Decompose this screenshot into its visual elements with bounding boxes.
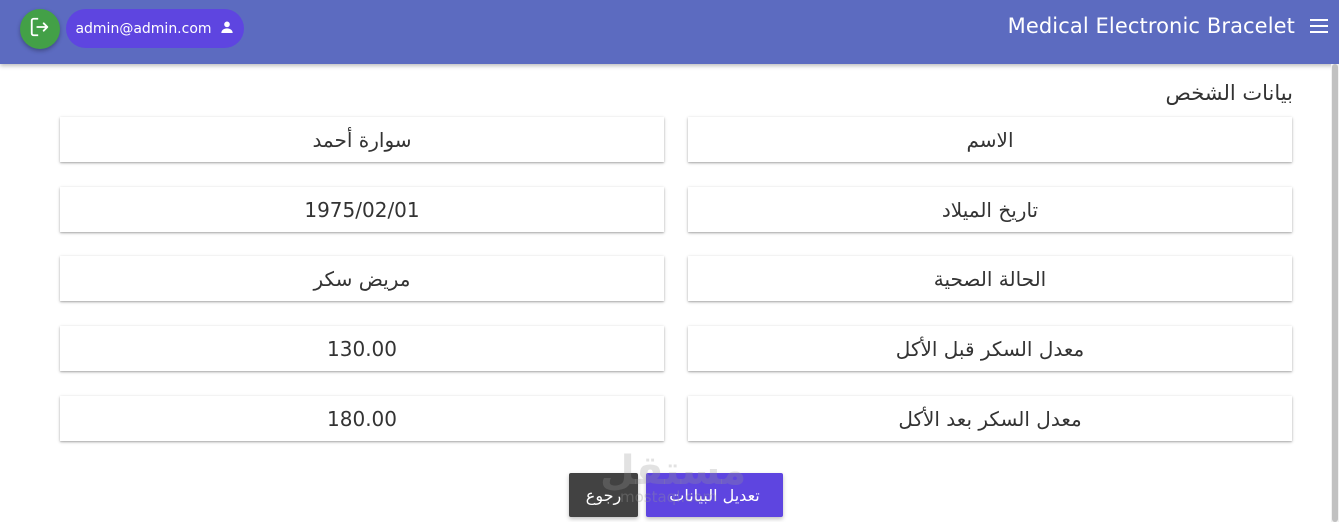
menu-button[interactable] [1309,17,1329,37]
section-title: بيانات الشخص [1165,81,1293,105]
logout-icon [29,16,51,42]
field-label-sugar-before-meal: معدل السكر قبل الأكل [688,326,1292,371]
field-label-sugar-after-meal: معدل السكر بعد الأكل [688,396,1292,441]
app-title: Medical Electronic Bracelet [1007,14,1295,38]
user-email: admin@admin.com [75,20,212,37]
scrollbar-thumb[interactable] [1332,64,1338,522]
user-account-chip[interactable]: admin@admin.com [66,9,244,48]
field-value-sugar-after-meal: 180.00 [60,396,664,441]
back-button[interactable]: رجوع [569,473,638,517]
field-value-sugar-before-meal: 130.00 [60,326,664,371]
page-scrollbar[interactable] [1331,64,1339,522]
hamburger-menu-icon [1310,18,1328,37]
edit-data-button[interactable]: تعديل البيانات [646,473,783,517]
field-label-name: الاسم [688,117,1292,162]
field-label-health-status: الحالة الصحية [688,256,1292,301]
field-value-name: سوارة أحمد [60,117,664,162]
field-label-birthdate: تاريخ الميلاد [688,187,1292,232]
top-app-bar: admin@admin.com Medical Electronic Brace… [0,0,1339,64]
field-value-birthdate: 1975/02/01 [60,187,664,232]
field-value-health-status: مريض سكر [60,256,664,301]
person-icon [219,19,235,39]
logout-button[interactable] [20,9,60,49]
